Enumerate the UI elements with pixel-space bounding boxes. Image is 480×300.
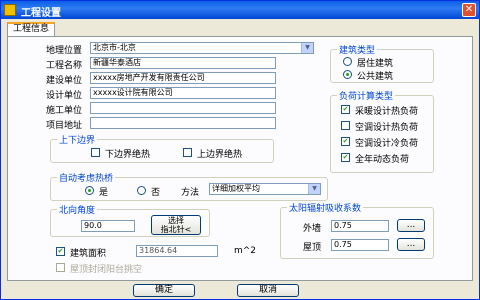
- location-select[interactable]: 北京市-北京 ▼: [90, 42, 314, 54]
- roof-browse-button[interactable]: ...: [397, 238, 425, 251]
- north-angle-group: 北向角度 90.0 选择 指北针<: [50, 203, 210, 237]
- address-label: 项目地址: [46, 121, 83, 131]
- wall-absorption-field[interactable]: 0.75: [331, 220, 389, 232]
- solar-absorption-group: 太阳辐射吸收系数 外墙 0.75 ... 屋顶 0.75 ...: [280, 201, 434, 259]
- ac-cool-load-checkbox[interactable]: ✔: [341, 137, 350, 146]
- bridge-no-radio[interactable]: [137, 186, 146, 195]
- area-checkbox[interactable]: ✔: [56, 247, 65, 256]
- cancel-button[interactable]: 取消: [237, 284, 299, 297]
- close-button[interactable]: ✕: [462, 3, 476, 17]
- area-unit: m^2: [234, 246, 257, 256]
- app-icon: [4, 4, 16, 16]
- wall-browse-button[interactable]: ...: [397, 219, 425, 232]
- tab-project-info[interactable]: 工程信息: [7, 22, 55, 36]
- tab-panel: 地理位置 北京市-北京 ▼ 工程名称 新疆华泰酒店 建设单位 xxxxx房地产开…: [7, 36, 473, 281]
- upper-boundary-checkbox[interactable]: [183, 148, 192, 157]
- boundary-group: 上下边界 下边界绝热 上边界绝热: [50, 133, 274, 163]
- choose-compass-button[interactable]: 选择 指北针<: [151, 215, 201, 235]
- ac-heat-load-label: 空调设计热负荷: [355, 123, 419, 133]
- chevron-down-icon[interactable]: ▼: [301, 43, 313, 53]
- load-type-title: 负荷计算类型: [337, 89, 396, 102]
- project-name-label: 工程名称: [46, 61, 83, 71]
- boundary-title: 上下边界: [57, 133, 98, 146]
- roof-label: 屋顶: [303, 243, 322, 253]
- lower-boundary-checkbox[interactable]: [91, 148, 100, 157]
- project-name-field[interactable]: 新疆华泰酒店: [90, 57, 276, 69]
- building-type-title: 建筑类型: [337, 43, 378, 56]
- residential-radio[interactable]: [343, 57, 352, 66]
- public-label: 公共建筑: [357, 72, 394, 82]
- north-angle-field[interactable]: 90.0: [81, 220, 135, 232]
- method-label: 方法: [181, 188, 200, 198]
- method-select[interactable]: 详细加权平均 ▼: [209, 183, 321, 195]
- window-title: 工程设置: [21, 8, 61, 19]
- project-settings-dialog: 工程设置 ✕ 工程信息 地理位置 北京市-北京 ▼ 工程名称 新疆华泰酒店 建设…: [0, 0, 480, 300]
- solar-absorption-title: 太阳辐射吸收系数: [287, 201, 364, 214]
- location-label: 地理位置: [46, 46, 83, 56]
- chevron-down-icon[interactable]: ▼: [308, 184, 320, 194]
- north-angle-title: 北向角度: [57, 203, 98, 216]
- bridge-yes-label: 是: [99, 188, 109, 198]
- ac-heat-load-checkbox[interactable]: [341, 121, 350, 130]
- designer-field[interactable]: xxxxx设计院有限公司: [90, 87, 276, 99]
- lower-boundary-label: 下边界绝热: [105, 150, 151, 160]
- annual-load-checkbox[interactable]: ✔: [341, 153, 350, 162]
- designer-label: 设计单位: [46, 91, 83, 101]
- annual-load-label: 全年动态负荷: [355, 155, 410, 165]
- heating-load-checkbox[interactable]: ✔: [341, 105, 350, 114]
- wall-label: 外墙: [303, 224, 322, 234]
- constructor-label: 施工单位: [46, 106, 83, 116]
- bridge-yes-radio[interactable]: [85, 186, 94, 195]
- upper-boundary-label: 上边界绝热: [197, 150, 243, 160]
- builder-label: 建设单位: [46, 76, 83, 86]
- roof-enclosed-checkbox[interactable]: [56, 263, 65, 272]
- heating-load-label: 采暖设计热负荷: [355, 107, 419, 117]
- load-type-group: 负荷计算类型 ✔ 采暖设计热负荷 空调设计热负荷 ✔ 空调设计冷负荷 ✔ 全年动…: [330, 89, 434, 173]
- location-value: 北京市-北京: [93, 43, 136, 52]
- ac-cool-load-label: 空调设计冷负荷: [355, 139, 419, 149]
- thermal-bridge-group: 自动考虑热桥 是 否 方法 详细加权平均 ▼: [50, 171, 328, 201]
- title-bar[interactable]: 工程设置 ✕: [1, 1, 479, 19]
- method-value: 详细加权平均: [212, 184, 260, 193]
- roof-enclosed-label: 屋顶封闭阳台挑空: [70, 265, 143, 275]
- ok-button[interactable]: 确定: [133, 284, 195, 297]
- address-field[interactable]: [90, 117, 276, 129]
- constructor-field[interactable]: [90, 102, 276, 114]
- residential-label: 居住建筑: [357, 59, 394, 69]
- building-type-group: 建筑类型 居住建筑 公共建筑: [330, 43, 434, 83]
- builder-field[interactable]: xxxxx房地产开发有限责任公司: [90, 72, 276, 84]
- area-label: 建筑面积: [70, 249, 107, 259]
- thermal-bridge-title: 自动考虑热桥: [57, 171, 116, 184]
- bridge-no-label: 否: [151, 188, 161, 198]
- roof-absorption-field[interactable]: 0.75: [331, 239, 389, 251]
- area-field[interactable]: 31864.64: [136, 245, 218, 257]
- public-radio[interactable]: [343, 70, 352, 79]
